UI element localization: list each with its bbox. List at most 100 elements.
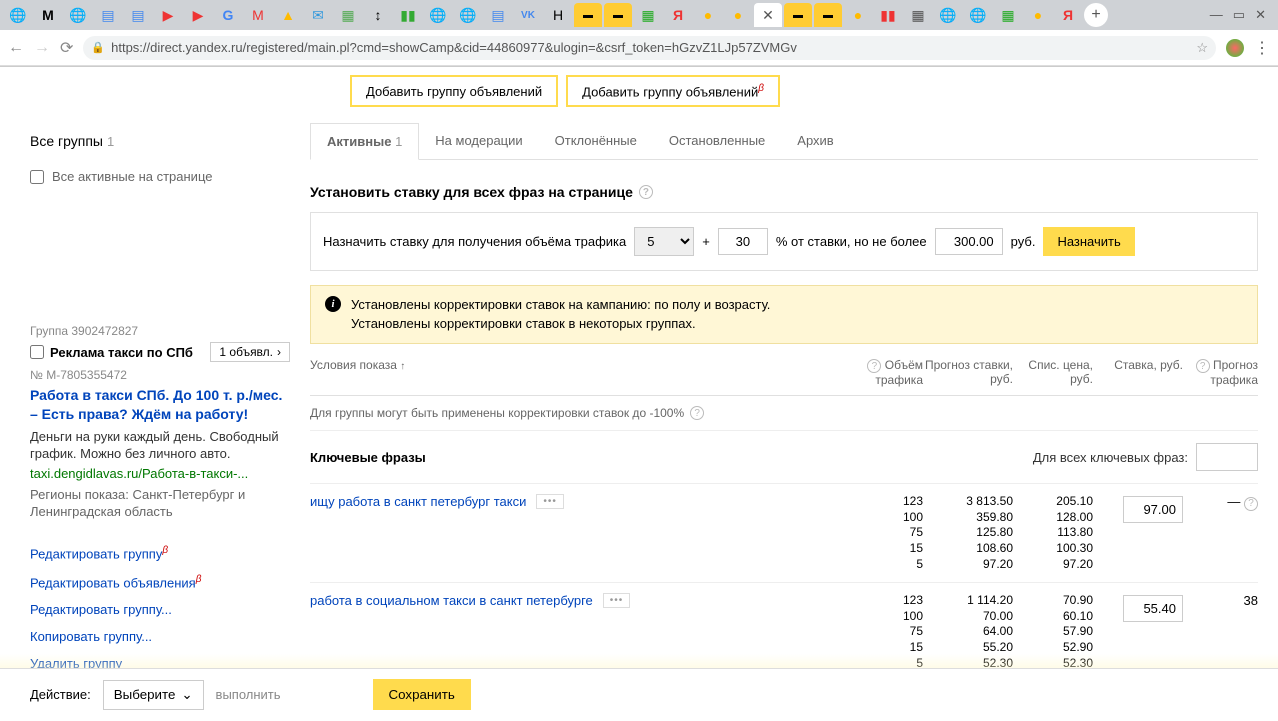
tab-8[interactable]: M bbox=[244, 3, 272, 27]
edit-ads-link[interactable]: Редактировать объявленияβ bbox=[30, 568, 290, 596]
tab-18[interactable]: H bbox=[544, 3, 572, 27]
tab-26[interactable]: ▬ bbox=[784, 3, 812, 27]
copy-group-link[interactable]: Копировать группу... bbox=[30, 623, 290, 650]
phrase-menu-button[interactable]: ••• bbox=[603, 593, 631, 608]
edit-group-link[interactable]: Редактировать группуβ bbox=[30, 539, 290, 567]
tab-24[interactable]: ● bbox=[724, 3, 752, 27]
new-tab-button[interactable]: + bbox=[1084, 3, 1108, 27]
phrase-menu-button[interactable]: ••• bbox=[536, 494, 564, 509]
tab-27[interactable]: ▬ bbox=[814, 3, 842, 27]
action-select[interactable]: Выберите⌄ bbox=[103, 680, 204, 710]
tab-22[interactable]: Я bbox=[664, 3, 692, 27]
phrase-row: ищу работа в санкт петербург такси ••• 1… bbox=[310, 484, 1258, 583]
tab-1[interactable]: M bbox=[34, 3, 62, 27]
tab-4[interactable]: ▤ bbox=[124, 3, 152, 27]
tab-10[interactable]: ✉ bbox=[304, 3, 332, 27]
help-icon[interactable]: ? bbox=[690, 406, 704, 420]
tab-rejected[interactable]: Отклонённые bbox=[539, 123, 653, 159]
reload-button[interactable]: ⟳ bbox=[60, 38, 73, 58]
browser-tabs: 🌐 M 🌐 ▤ ▤ ▶ ▶ G M ▲ ✉ ▦ ↕ ▮▮ 🌐 🌐 ▤ VK H … bbox=[0, 0, 1278, 30]
tab-9[interactable]: ▲ bbox=[274, 3, 302, 27]
phrase-link[interactable]: ищу работа в санкт петербург такси bbox=[310, 494, 526, 509]
tab-17[interactable]: VK bbox=[514, 3, 542, 27]
group-name: Реклама такси по СПб bbox=[50, 345, 193, 360]
info-icon: i bbox=[325, 296, 341, 312]
tab-20[interactable]: ▬ bbox=[604, 3, 632, 27]
ads-count-button[interactable]: 1 объявл.› bbox=[210, 342, 290, 362]
tab-archive[interactable]: Архив bbox=[781, 123, 849, 159]
tab-stopped[interactable]: Остановленные bbox=[653, 123, 781, 159]
save-button[interactable]: Сохранить bbox=[373, 679, 471, 710]
tab-19[interactable]: ▬ bbox=[574, 3, 602, 27]
tab-5[interactable]: ▶ bbox=[154, 3, 182, 27]
tab-28[interactable]: ● bbox=[844, 3, 872, 27]
tab-0[interactable]: 🌐 bbox=[4, 3, 32, 27]
tab-12[interactable]: ↕ bbox=[364, 3, 392, 27]
ad-title[interactable]: Работа в такси СПб. До 100 т. р./мес. – … bbox=[30, 386, 290, 422]
prognosis-value: — ? bbox=[1183, 494, 1258, 572]
chevron-right-icon: › bbox=[277, 345, 281, 359]
tab-moderation[interactable]: На модерации bbox=[419, 123, 538, 159]
max-bid-input[interactable] bbox=[935, 228, 1003, 255]
bookmark-star-icon[interactable]: ☆ bbox=[1196, 40, 1208, 56]
tab-3[interactable]: ▤ bbox=[94, 3, 122, 27]
key-phrases-label: Ключевые фразы bbox=[310, 450, 1033, 465]
tab-6[interactable]: ▶ bbox=[184, 3, 212, 27]
ad-url[interactable]: taxi.dengidlavas.ru/Работа-в-такси-... bbox=[30, 466, 290, 481]
add-group-button-1[interactable]: Добавить группу объявлений bbox=[350, 75, 558, 107]
tab-16[interactable]: ▤ bbox=[484, 3, 512, 27]
ad-id: № M-7805355472 bbox=[30, 368, 290, 382]
url-text: https://direct.yandex.ru/registered/main… bbox=[111, 40, 1190, 55]
tab-34[interactable]: ● bbox=[1024, 3, 1052, 27]
tab-35[interactable]: Я bbox=[1054, 3, 1082, 27]
bid-input[interactable] bbox=[1123, 496, 1183, 523]
all-groups-label: Все группы bbox=[30, 133, 103, 149]
assign-button[interactable]: Назначить bbox=[1043, 227, 1134, 256]
execute-button[interactable]: выполнить bbox=[216, 687, 281, 702]
help-icon[interactable]: ? bbox=[639, 185, 653, 199]
all-groups-count: 1 bbox=[107, 134, 114, 149]
notice-line2: Установлены корректировки ставок в некот… bbox=[351, 315, 770, 333]
tab-30[interactable]: ▦ bbox=[904, 3, 932, 27]
minimize-button[interactable]: — bbox=[1210, 7, 1223, 23]
tab-32[interactable]: 🌐 bbox=[964, 3, 992, 27]
tab-15[interactable]: 🌐 bbox=[454, 3, 482, 27]
for-all-label: Для всех ключевых фраз: bbox=[1033, 450, 1188, 465]
maximize-button[interactable]: ▭ bbox=[1233, 7, 1245, 23]
group-id: Группа 3902472827 bbox=[30, 324, 290, 338]
tab-31[interactable]: 🌐 bbox=[934, 3, 962, 27]
back-button[interactable]: ← bbox=[8, 39, 24, 57]
volume-select[interactable]: 5 bbox=[634, 227, 694, 256]
group-checkbox[interactable] bbox=[30, 345, 44, 359]
close-window-button[interactable]: ✕ bbox=[1255, 7, 1266, 23]
add-group-button-2[interactable]: Добавить группу объявленийβ bbox=[566, 75, 780, 107]
status-tabs: Активные 1 На модерации Отклонённые Оста… bbox=[310, 123, 1258, 160]
edit-group2-link[interactable]: Редактировать группу... bbox=[30, 596, 290, 623]
help-icon[interactable]: ? bbox=[1196, 359, 1210, 373]
writeoff-values: 205.10128.00113.80100.3097.20 bbox=[1013, 494, 1093, 572]
tab-13[interactable]: ▮▮ bbox=[394, 3, 422, 27]
tab-25-active[interactable]: ✕ bbox=[754, 3, 782, 27]
forward-button[interactable]: → bbox=[34, 39, 50, 57]
tab-7[interactable]: G bbox=[214, 3, 242, 27]
help-icon[interactable]: ? bbox=[867, 359, 881, 373]
tab-29[interactable]: ▮▮ bbox=[874, 3, 902, 27]
bid-input[interactable] bbox=[1123, 595, 1183, 622]
tab-2[interactable]: 🌐 bbox=[64, 3, 92, 27]
tab-active[interactable]: Активные 1 bbox=[310, 123, 419, 160]
tab-11[interactable]: ▦ bbox=[334, 3, 362, 27]
tab-23[interactable]: ● bbox=[694, 3, 722, 27]
all-active-checkbox[interactable]: Все активные на странице bbox=[30, 159, 290, 184]
extension-icon[interactable] bbox=[1226, 39, 1244, 57]
for-all-input[interactable] bbox=[1196, 443, 1258, 471]
volume-values: 12310075155 bbox=[853, 494, 923, 572]
tab-14[interactable]: 🌐 bbox=[424, 3, 452, 27]
tab-21[interactable]: ▦ bbox=[634, 3, 662, 27]
percent-input[interactable] bbox=[718, 228, 768, 255]
notice-line1: Установлены корректировки ставок на камп… bbox=[351, 296, 770, 314]
assign-label: Назначить ставку для получения объёма тр… bbox=[323, 234, 626, 249]
phrase-link[interactable]: работа в социальном такси в санкт петерб… bbox=[310, 593, 593, 608]
tab-33[interactable]: ▦ bbox=[994, 3, 1022, 27]
chrome-menu[interactable]: ⋮ bbox=[1254, 38, 1270, 58]
url-bar[interactable]: 🔒 https://direct.yandex.ru/registered/ma… bbox=[83, 36, 1216, 60]
